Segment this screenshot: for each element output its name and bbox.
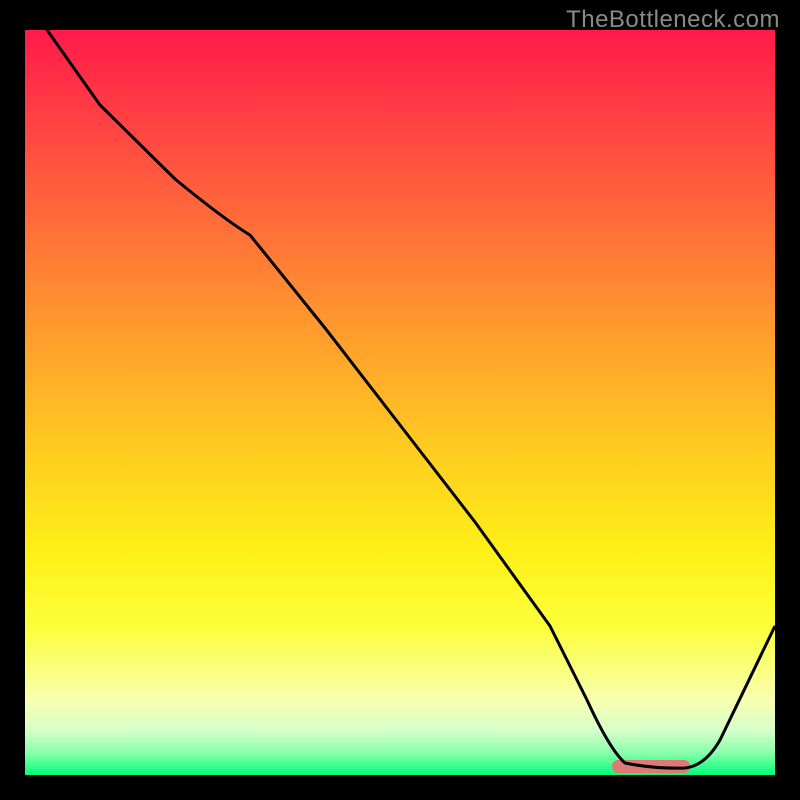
plot-area <box>25 30 775 775</box>
bottleneck-curve <box>25 30 775 775</box>
curve-path <box>47 30 775 768</box>
